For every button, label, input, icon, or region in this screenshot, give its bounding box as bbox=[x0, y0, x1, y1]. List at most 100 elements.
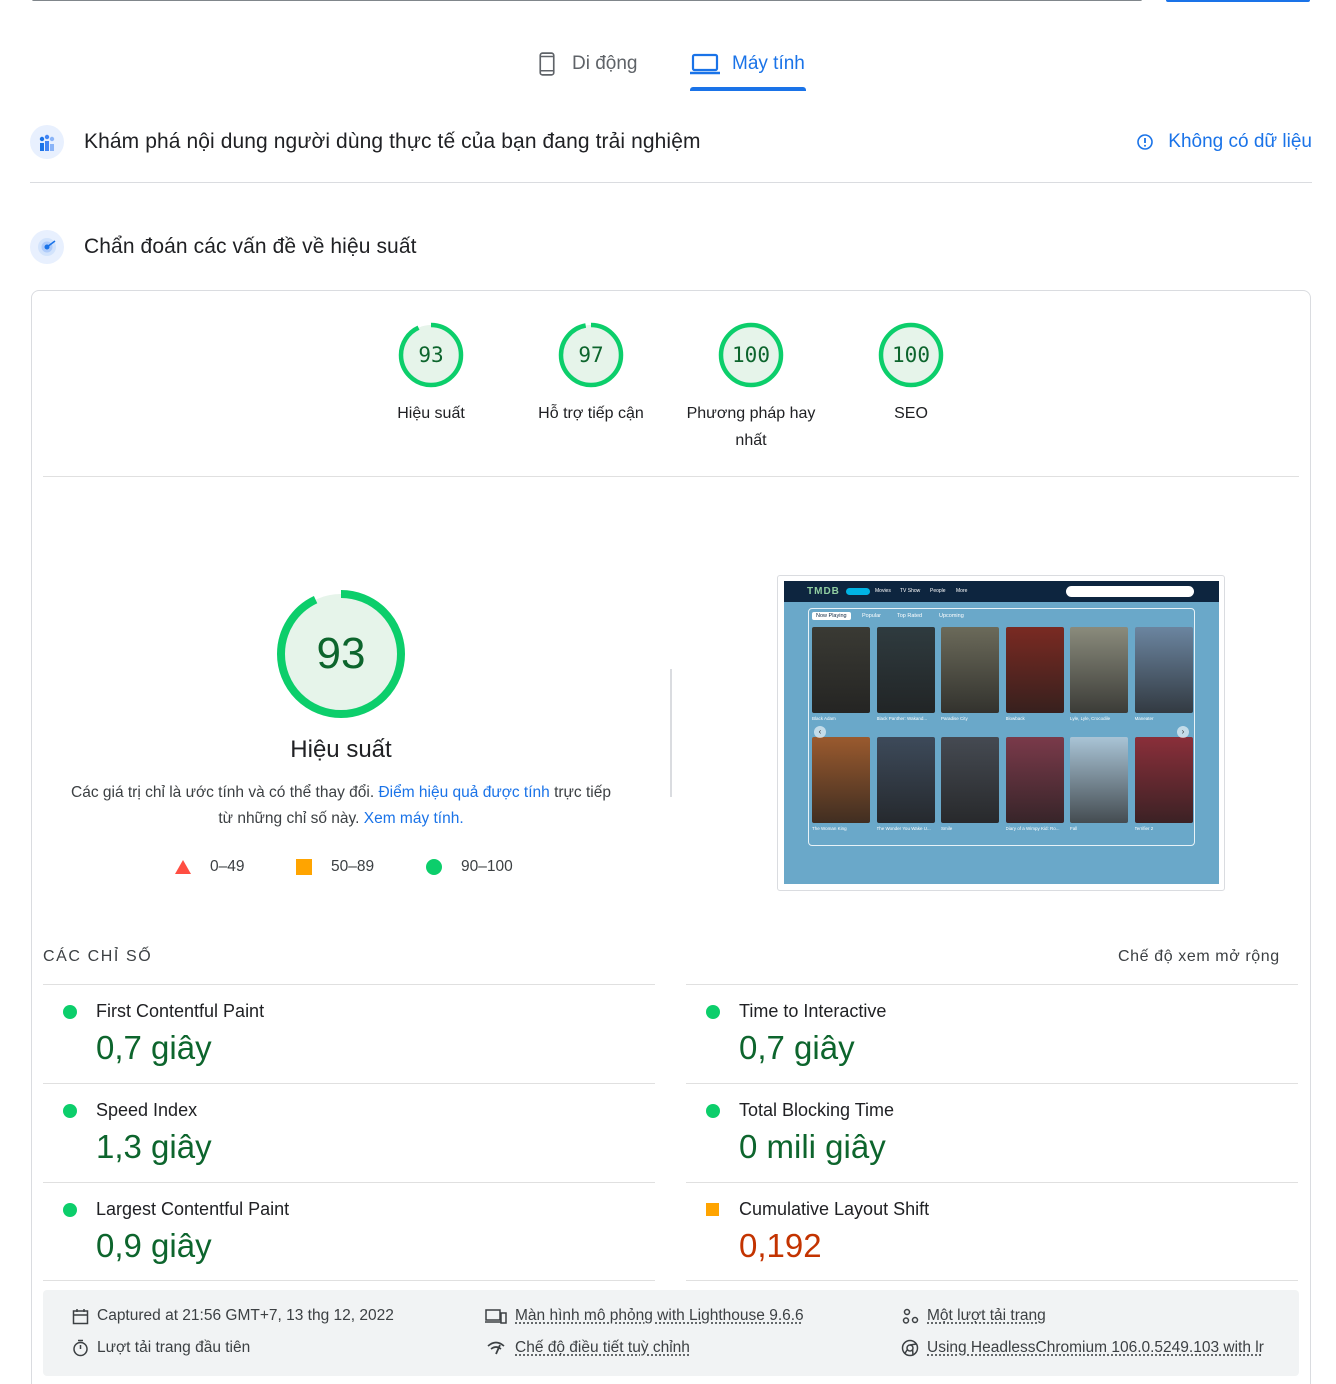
metrics-column-right: Time to Interactive 0,7 giây Total Block… bbox=[686, 984, 1298, 1281]
see-calculator-link[interactable]: Xem máy tính. bbox=[364, 810, 464, 827]
pass-indicator bbox=[63, 1104, 77, 1118]
score-legend: 0–49 50–89 90–100 bbox=[174, 858, 574, 882]
metric-name: First Contentful Paint bbox=[96, 1001, 265, 1021]
tab-desktop[interactable]: Máy tính bbox=[690, 38, 805, 90]
gauges-divider bbox=[43, 476, 1299, 477]
screenshot-tab: Top Rated bbox=[897, 613, 923, 619]
gauge-score: 97 bbox=[578, 343, 604, 367]
metric-value: 0,192 bbox=[739, 1227, 822, 1264]
performance-title: Hiệu suất bbox=[290, 736, 392, 763]
score-calculated-link[interactable]: Điểm hiệu quả được tính bbox=[378, 784, 549, 801]
screenshot-logo-pill bbox=[846, 588, 870, 595]
metric-tbt: Total Blocking Time 0 mili giây bbox=[686, 1083, 1298, 1182]
gauge-best-practices[interactable]: 100 Phương pháp hay nhất bbox=[681, 322, 821, 454]
screenshot-poster-title: Smile bbox=[941, 826, 953, 831]
screenshot-poster bbox=[876, 627, 935, 713]
browser-version[interactable]: Using HeadlessChromium 106.0.5249.103 wi… bbox=[901, 1339, 1264, 1357]
screenshot-poster bbox=[1005, 737, 1064, 823]
screenshot-poster-title: Terrifier 2 bbox=[1134, 826, 1154, 831]
final-screenshot: TMDB Movies TV Show People More Now Play… bbox=[784, 581, 1219, 884]
screenshot-prev-arrow: ‹ bbox=[814, 726, 826, 738]
gauge-label: SEO bbox=[894, 405, 928, 422]
gauge-seo[interactable]: 100 SEO bbox=[841, 322, 981, 427]
gauge-label: Hiệu suất bbox=[397, 405, 465, 422]
legend-fail: 0–49 bbox=[174, 858, 244, 876]
screenshot-poster-title: Maneater bbox=[1134, 716, 1154, 721]
average-indicator bbox=[706, 1203, 719, 1216]
screenshot-panel: Now Playing Popular Top Rated Upcoming B… bbox=[808, 608, 1195, 846]
legend-fail-label: 0–49 bbox=[210, 858, 245, 875]
users-chart-icon bbox=[30, 125, 64, 159]
screenshot-next-arrow: › bbox=[1177, 726, 1189, 738]
gauge-performance[interactable]: 93 Hiệu suất bbox=[361, 322, 501, 427]
screenshot-poster bbox=[812, 737, 870, 823]
analyze-button[interactable] bbox=[1166, 0, 1310, 2]
screenshot-poster bbox=[941, 627, 999, 713]
screenshot-nav-item: People bbox=[930, 588, 946, 594]
metric-cls: Cumulative Layout Shift 0,192 bbox=[686, 1182, 1298, 1281]
screenshot-poster-title: The Wonder You Wake U... bbox=[876, 826, 931, 831]
url-input-underline[interactable] bbox=[32, 0, 1142, 1]
captured-at: Captured at 21:56 GMT+7, 13 thg 12, 2022 bbox=[71, 1307, 394, 1325]
screenshot-tab: Upcoming bbox=[939, 613, 964, 619]
screenshot-poster bbox=[1134, 627, 1193, 713]
calendar-icon bbox=[71, 1307, 89, 1325]
gauge-accessibility[interactable]: 97 Hỗ trợ tiếp cận bbox=[521, 322, 661, 427]
legend-average-label: 50–89 bbox=[331, 858, 375, 875]
metric-name: Time to Interactive bbox=[739, 1001, 887, 1021]
tab-mobile[interactable]: Di động bbox=[538, 38, 638, 90]
gauge-score: 100 bbox=[732, 343, 770, 367]
laptop-icon bbox=[690, 53, 720, 75]
gauge-label: Phương pháp hay nhất bbox=[686, 405, 816, 449]
metric-value: 0 mili giây bbox=[739, 1128, 886, 1165]
single-load[interactable]: Một lượt tải trang bbox=[901, 1307, 1046, 1325]
metric-speed-index: Speed Index 1,3 giây bbox=[43, 1083, 655, 1182]
devices-icon bbox=[485, 1307, 507, 1325]
tab-desktop-label: Máy tính bbox=[732, 53, 805, 74]
metric-name: Total Blocking Time bbox=[739, 1100, 895, 1120]
square-icon bbox=[295, 858, 313, 876]
gauge-ring: 100 bbox=[878, 322, 944, 388]
metric-value: 1,3 giây bbox=[96, 1128, 212, 1165]
chrome-icon bbox=[901, 1339, 919, 1357]
screenshot-poster-title: Paradise City bbox=[941, 716, 968, 721]
lab-data-title: Chẩn đoán các vấn đề về hiệu suất bbox=[84, 235, 417, 258]
screenshot-poster-title: The Woman King bbox=[812, 826, 847, 831]
performance-gauge-large: 93 bbox=[275, 588, 407, 720]
screenshot-nav-item: TV Show bbox=[900, 588, 921, 594]
gauge-ring: 100 bbox=[718, 322, 784, 388]
device-tabs: Di động Máy tính bbox=[0, 38, 1336, 94]
single-load-text: Một lượt tải trang bbox=[927, 1307, 1046, 1324]
screenshot-poster-title: Blowback bbox=[1005, 716, 1025, 721]
emulation[interactable]: Màn hình mô phỏng with Lighthouse 9.6.6 bbox=[485, 1307, 804, 1325]
desc-text-1: Các giá trị chỉ là ước tính và có thể th… bbox=[71, 784, 379, 801]
pass-indicator bbox=[63, 1005, 77, 1019]
no-data-link[interactable]: Không có dữ liệu bbox=[1136, 131, 1312, 153]
gauge-ring: 93 bbox=[398, 322, 464, 388]
screenshot-poster bbox=[1070, 627, 1128, 713]
nodes-icon bbox=[901, 1307, 919, 1325]
metric-value: 0,7 giây bbox=[739, 1029, 855, 1066]
pass-indicator bbox=[63, 1203, 77, 1217]
field-data-section: Khám phá nội dung người dùng thực tế của… bbox=[30, 120, 1312, 164]
performance-score-large: 93 bbox=[316, 629, 366, 678]
metric-value: 0,9 giây bbox=[96, 1227, 212, 1264]
first-load: Lượt tải trang đầu tiên bbox=[71, 1339, 250, 1357]
info-icon bbox=[1136, 133, 1154, 151]
performance-description: Các giá trị chỉ là ước tính và có thể th… bbox=[70, 780, 612, 832]
throttling[interactable]: Chế độ điều tiết tuỳ chỉnh bbox=[485, 1339, 690, 1357]
metric-value: 0,7 giây bbox=[96, 1029, 212, 1066]
phone-icon bbox=[538, 52, 556, 76]
screenshot-poster bbox=[941, 737, 999, 823]
screenshot-poster bbox=[812, 627, 870, 713]
section-divider bbox=[30, 182, 1312, 183]
expand-view-toggle[interactable]: Chế độ xem mở rộng bbox=[1118, 948, 1280, 966]
runtime-settings: Captured at 21:56 GMT+7, 13 thg 12, 2022… bbox=[43, 1290, 1299, 1376]
screenshot-poster bbox=[1005, 627, 1064, 713]
metrics-column-left: First Contentful Paint 0,7 giây Speed In… bbox=[43, 984, 655, 1281]
screenshot-poster-title: Black Adam bbox=[812, 716, 836, 721]
gauge-score: 93 bbox=[418, 343, 444, 367]
metric-name: Cumulative Layout Shift bbox=[739, 1199, 930, 1219]
screenshot-tab: Popular bbox=[862, 613, 881, 619]
gauge-score: 100 bbox=[892, 343, 930, 367]
